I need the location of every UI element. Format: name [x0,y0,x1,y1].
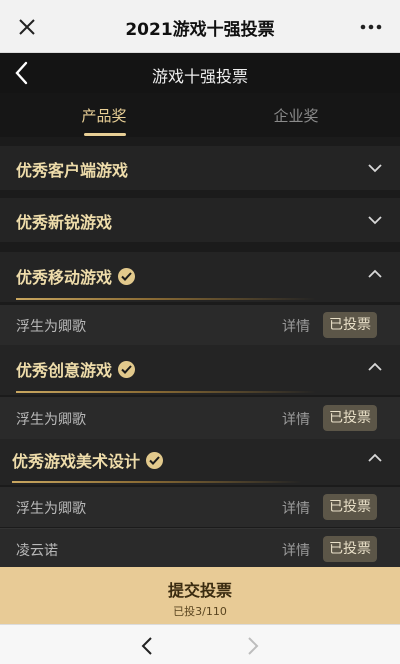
category-header-mobile-games[interactable]: 优秀移动游戏 [0,252,400,302]
check-icon [118,268,136,285]
app-header: 游戏十强投票 [0,53,400,93]
chevron-up-icon [368,269,382,278]
category-header-creative-games[interactable]: 优秀创意游戏 [0,345,400,395]
page-title: 游戏十强投票 [151,67,248,86]
detail-link[interactable]: 详情 [282,498,310,518]
category-header-client-games[interactable]: 优秀客户端游戏 [0,146,400,190]
game-name: 浮生为卿歌 [16,319,86,335]
detail-link[interactable]: 详情 [282,316,310,336]
browser-bottom-nav [0,624,400,664]
category-label: 优秀移动游戏 [16,264,136,288]
list-item: 浮生为卿歌 详情 已投票 [0,397,400,439]
tab-product-award[interactable]: 产品奖 [54,105,154,126]
category-label: 优秀客户端游戏 [16,161,129,180]
wechat-page-title: 2021游戏十强投票 [125,20,275,40]
detail-link[interactable]: 详情 [282,409,310,429]
category-header-new-games[interactable]: 优秀新锐游戏 [0,198,400,242]
game-name: 浮生为卿歌 [16,501,86,517]
category-label: 优秀游戏美术设计 [12,448,164,472]
chevron-up-icon [368,453,382,462]
voted-button[interactable]: 已投票 [323,312,377,338]
chevron-up-icon [368,362,382,371]
close-icon[interactable] [14,14,40,40]
voted-button[interactable]: 已投票 [323,494,377,520]
chevron-left-icon[interactable] [138,635,158,657]
gold-divider [12,481,302,483]
back-icon[interactable] [10,59,34,87]
award-tabs: 产品奖 企业奖 [0,93,400,137]
check-icon [118,361,136,378]
category-label: 优秀创意游戏 [16,357,136,381]
detail-link[interactable]: 详情 [282,540,310,560]
category-label-text: 优秀移动游戏 [16,268,113,287]
check-icon [146,452,164,469]
category-label-text: 优秀游戏美术设计 [12,452,141,471]
chevron-down-icon [368,216,382,225]
more-icon[interactable] [356,14,386,40]
game-name: 凌云诺 [16,543,58,559]
category-label: 优秀新锐游戏 [16,213,113,232]
gold-divider [16,391,316,393]
vote-count: 已投3/110 [173,605,227,618]
submit-vote-button[interactable]: 提交投票 已投3/110 [0,567,400,624]
list-item: 浮生为卿歌 详情 已投票 [0,305,400,345]
wechat-top-bar: 2021游戏十强投票 [0,0,400,53]
list-item: 凌云诺 详情 已投票 [0,528,400,567]
category-label-text: 优秀创意游戏 [16,361,113,380]
gold-divider [16,298,316,300]
voted-button[interactable]: 已投票 [323,405,377,431]
category-header-art-design[interactable]: 优秀游戏美术设计 [0,439,400,485]
chevron-right-icon[interactable] [242,635,262,657]
list-item: 浮生为卿歌 详情 已投票 [0,487,400,527]
submit-label: 提交投票 [167,581,232,600]
voted-button[interactable]: 已投票 [323,536,377,562]
tab-company-award[interactable]: 企业奖 [246,105,346,126]
game-name: 浮生为卿歌 [16,412,86,428]
chevron-down-icon [368,164,382,173]
active-tab-indicator [84,133,126,136]
